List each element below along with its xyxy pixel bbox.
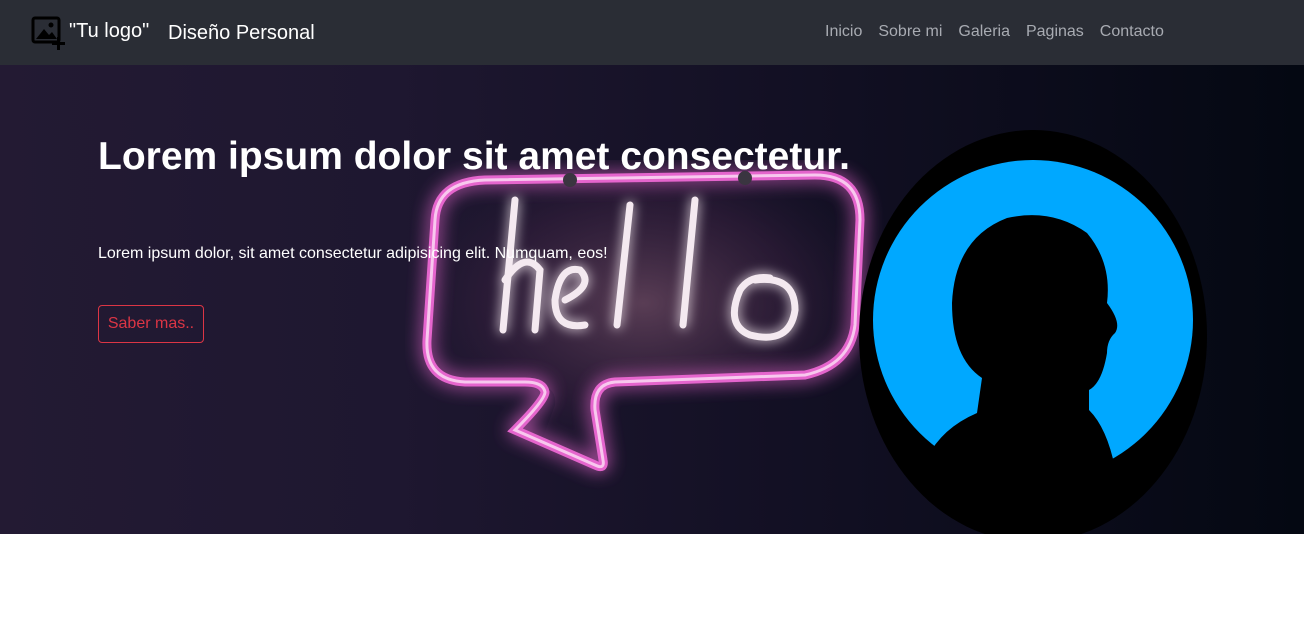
saber-mas-button[interactable]: Saber mas.. xyxy=(98,305,204,343)
nav-link-sobre-mi[interactable]: Sobre mi xyxy=(878,22,942,44)
page-body xyxy=(0,534,1304,634)
brand-logo-text[interactable]: "Tu logo" xyxy=(69,19,149,43)
nav-link-paginas[interactable]: Paginas xyxy=(1026,22,1084,44)
nav-link-contacto[interactable]: Contacto xyxy=(1100,22,1164,44)
add-image-icon[interactable] xyxy=(31,16,67,50)
neon-hello-sign xyxy=(422,170,865,472)
navbar: "Tu logo" Diseño Personal Inicio Sobre m… xyxy=(0,0,1304,65)
portrait-image xyxy=(857,128,1209,544)
nav-link-galeria[interactable]: Galeria xyxy=(958,22,1010,44)
nav-link-inicio[interactable]: Inicio xyxy=(825,22,862,44)
hero-title: Lorem ipsum dolor sit amet consectetur. xyxy=(98,135,851,178)
brand-name[interactable]: Diseño Personal xyxy=(168,21,315,45)
nav-menu: Inicio Sobre mi Galeria Paginas Contacto xyxy=(825,22,1164,44)
hero-description: Lorem ipsum dolor, sit amet consectetur … xyxy=(98,245,608,262)
